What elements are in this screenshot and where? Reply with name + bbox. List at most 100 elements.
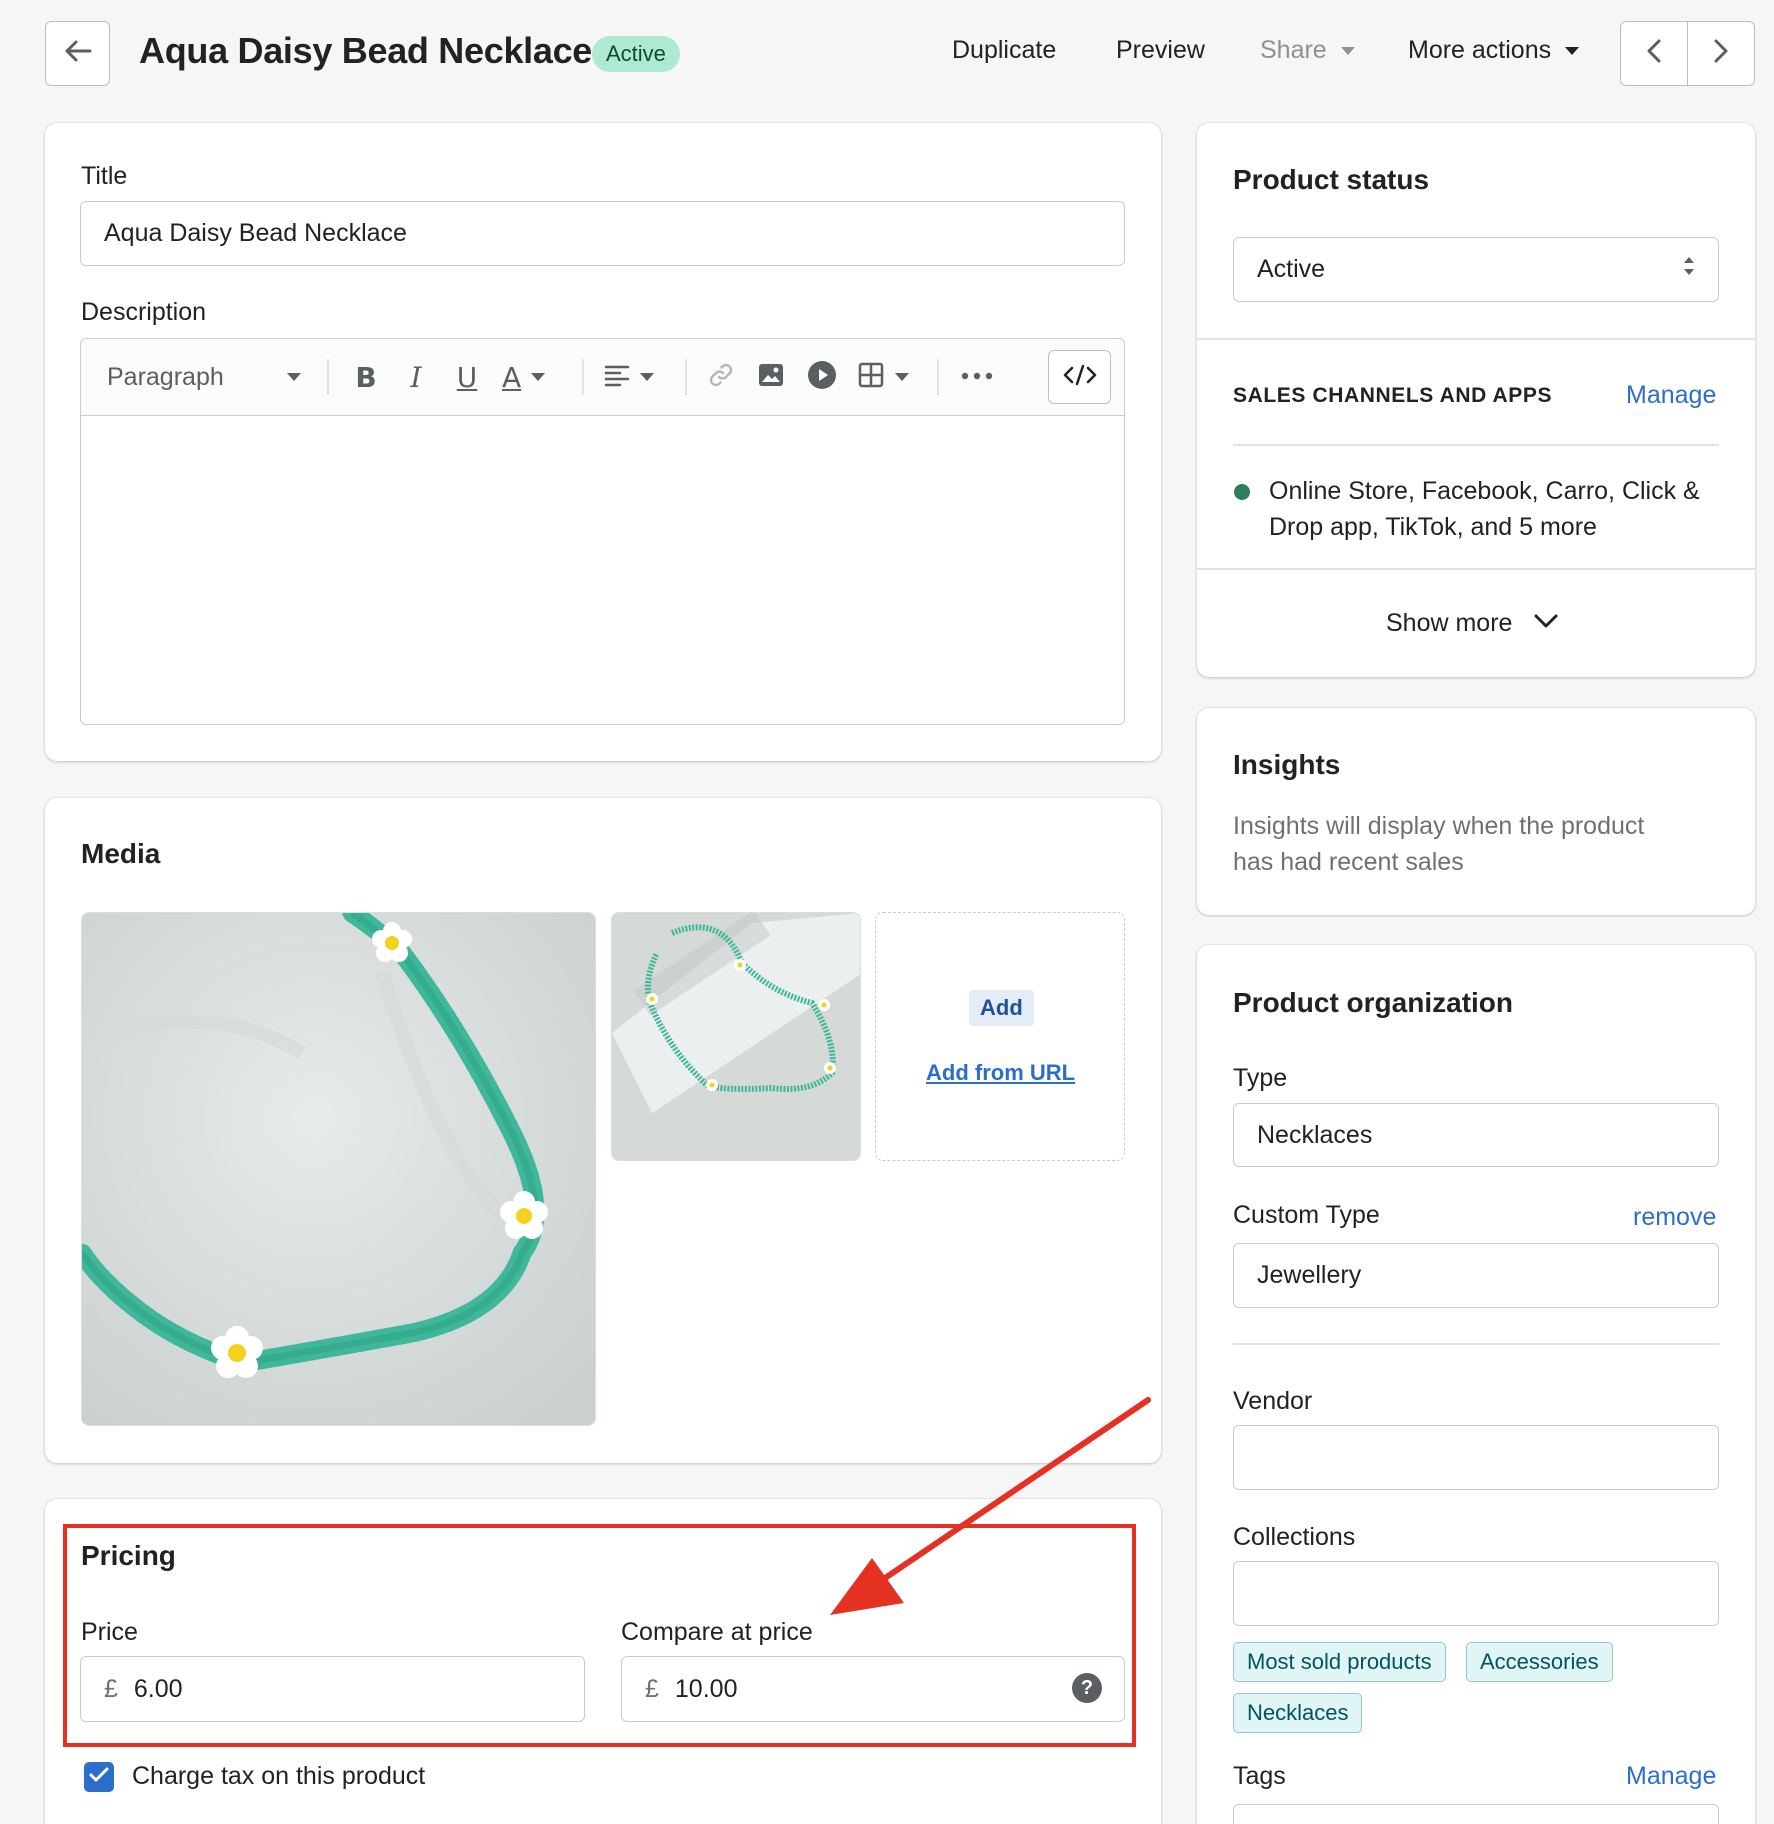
collection-tag[interactable]: Accessories <box>1466 1642 1613 1682</box>
product-image-thumbnail[interactable] <box>611 912 861 1161</box>
align-button[interactable] <box>604 359 654 395</box>
more-formatting-button[interactable] <box>961 359 993 395</box>
product-status-title: Product status <box>1233 164 1430 195</box>
insights-text-line-1: Insights will display when the product <box>1233 812 1645 840</box>
checkmark-icon <box>89 1767 109 1788</box>
show-html-button[interactable] <box>1048 350 1111 404</box>
toolbar-divider <box>685 359 687 395</box>
channels-list-line-1: Online Store, Facebook, Carro, Click & <box>1269 477 1700 505</box>
editor-toolbar: Paragraph B I U A <box>81 339 1124 416</box>
pagination-group <box>1620 21 1755 86</box>
section-divider <box>1233 444 1719 446</box>
duplicate-label: Duplicate <box>952 36 1057 64</box>
collections-input[interactable] <box>1233 1561 1719 1626</box>
vendor-label: Vendor <box>1233 1387 1313 1415</box>
title-input[interactable]: Aqua Daisy Bead Necklace <box>80 201 1125 266</box>
annotation-arrow <box>830 1397 1151 1615</box>
underline-button[interactable]: U <box>452 359 482 395</box>
status-select-value: Active <box>1257 255 1326 283</box>
charge-tax-label: Charge tax on this product <box>132 1762 426 1790</box>
description-label: Description <box>81 298 207 326</box>
section-divider <box>1197 338 1755 340</box>
preview-button[interactable]: Preview <box>1116 36 1205 65</box>
status-badge: Active <box>592 36 680 72</box>
arrow-left-icon <box>63 36 93 71</box>
caret-down-icon <box>895 373 909 381</box>
previous-product-button[interactable] <box>1621 22 1687 85</box>
caret-down-icon <box>287 373 301 381</box>
text-color-icon: A <box>502 360 522 394</box>
insights-text-line-2: has had recent sales <box>1233 848 1464 876</box>
image-icon <box>757 361 785 394</box>
duplicate-button[interactable]: Duplicate <box>952 36 1056 65</box>
select-arrows-icon <box>1682 255 1696 284</box>
type-input[interactable]: Necklaces <box>1233 1103 1719 1167</box>
channel-status-dot <box>1234 484 1250 500</box>
italic-icon: I <box>410 360 422 394</box>
italic-button[interactable]: I <box>401 359 431 395</box>
custom-type-input-value: Jewellery <box>1257 1261 1362 1289</box>
type-input-value: Necklaces <box>1257 1120 1373 1149</box>
caret-down-icon <box>531 373 546 381</box>
collection-tag[interactable]: Most sold products <box>1233 1642 1446 1682</box>
insights-title: Insights <box>1233 749 1341 780</box>
insert-video-button[interactable] <box>807 359 837 395</box>
remove-custom-type-link[interactable]: remove <box>1633 1203 1716 1232</box>
page-title: Aqua Daisy Bead Necklace <box>139 30 593 71</box>
sales-channels-heading: SALES CHANNELS AND APPS <box>1233 384 1553 407</box>
charge-tax-checkbox[interactable] <box>84 1762 114 1792</box>
next-product-button[interactable] <box>1687 22 1754 85</box>
vendor-input[interactable] <box>1233 1425 1719 1490</box>
type-label: Type <box>1233 1064 1288 1092</box>
bold-icon: B <box>355 360 377 394</box>
product-image-main[interactable] <box>81 912 596 1426</box>
add-from-url-link[interactable]: Add from URL <box>926 1060 1075 1086</box>
more-actions-label: More actions <box>1408 36 1552 64</box>
status-select[interactable]: Active <box>1233 237 1719 302</box>
collection-tag[interactable]: Necklaces <box>1233 1693 1363 1733</box>
more-horizontal-icon <box>961 368 993 386</box>
tags-label: Tags <box>1233 1762 1286 1790</box>
share-button[interactable]: Share <box>1260 36 1355 65</box>
preview-label: Preview <box>1116 36 1205 64</box>
share-label: Share <box>1260 36 1327 64</box>
toolbar-divider <box>937 359 939 395</box>
paragraph-select-label: Paragraph <box>107 362 224 391</box>
section-divider <box>1233 1343 1719 1345</box>
chevron-left-icon <box>1644 38 1664 69</box>
necklace-photo <box>82 913 595 1425</box>
toolbar-divider <box>582 359 584 395</box>
custom-type-input[interactable]: Jewellery <box>1233 1243 1719 1308</box>
caret-down-icon <box>1340 46 1355 55</box>
paragraph-select[interactable]: Paragraph <box>107 359 301 395</box>
manage-tags-link[interactable]: Manage <box>1626 1762 1716 1791</box>
caret-down-icon <box>1565 46 1580 55</box>
insert-image-button[interactable] <box>757 359 785 395</box>
code-icon <box>1063 364 1097 391</box>
necklace-photo-thumbnail <box>612 913 860 1160</box>
back-button[interactable] <box>45 21 110 86</box>
show-more-button[interactable]: Show more <box>1386 609 1558 638</box>
add-media-button[interactable]: Add <box>969 990 1034 1026</box>
text-color-button[interactable]: A <box>502 359 546 395</box>
custom-type-label: Custom Type <box>1233 1201 1380 1229</box>
description-editor: Paragraph B I U A <box>80 338 1125 725</box>
title-label: Title <box>81 162 128 190</box>
more-actions-button[interactable]: More actions <box>1408 36 1580 65</box>
insert-table-button[interactable] <box>857 359 909 395</box>
bold-button[interactable]: B <box>351 359 381 395</box>
description-textarea[interactable] <box>81 417 1124 724</box>
channels-list-line-2: Drop app, TikTok, and 5 more <box>1269 513 1597 541</box>
manage-channels-link[interactable]: Manage <box>1626 381 1716 410</box>
show-more-label: Show more <box>1386 609 1513 637</box>
chevron-right-icon <box>1711 38 1731 69</box>
link-icon <box>707 361 735 394</box>
product-organization-title: Product organization <box>1233 987 1513 1018</box>
media-dropzone[interactable]: Add Add from URL <box>875 912 1125 1161</box>
insert-link-button[interactable] <box>707 359 735 395</box>
caret-down-icon <box>640 373 654 381</box>
toolbar-divider <box>327 359 329 395</box>
tags-input[interactable] <box>1233 1804 1719 1824</box>
align-left-icon <box>604 363 630 392</box>
chevron-down-icon <box>1534 613 1558 634</box>
